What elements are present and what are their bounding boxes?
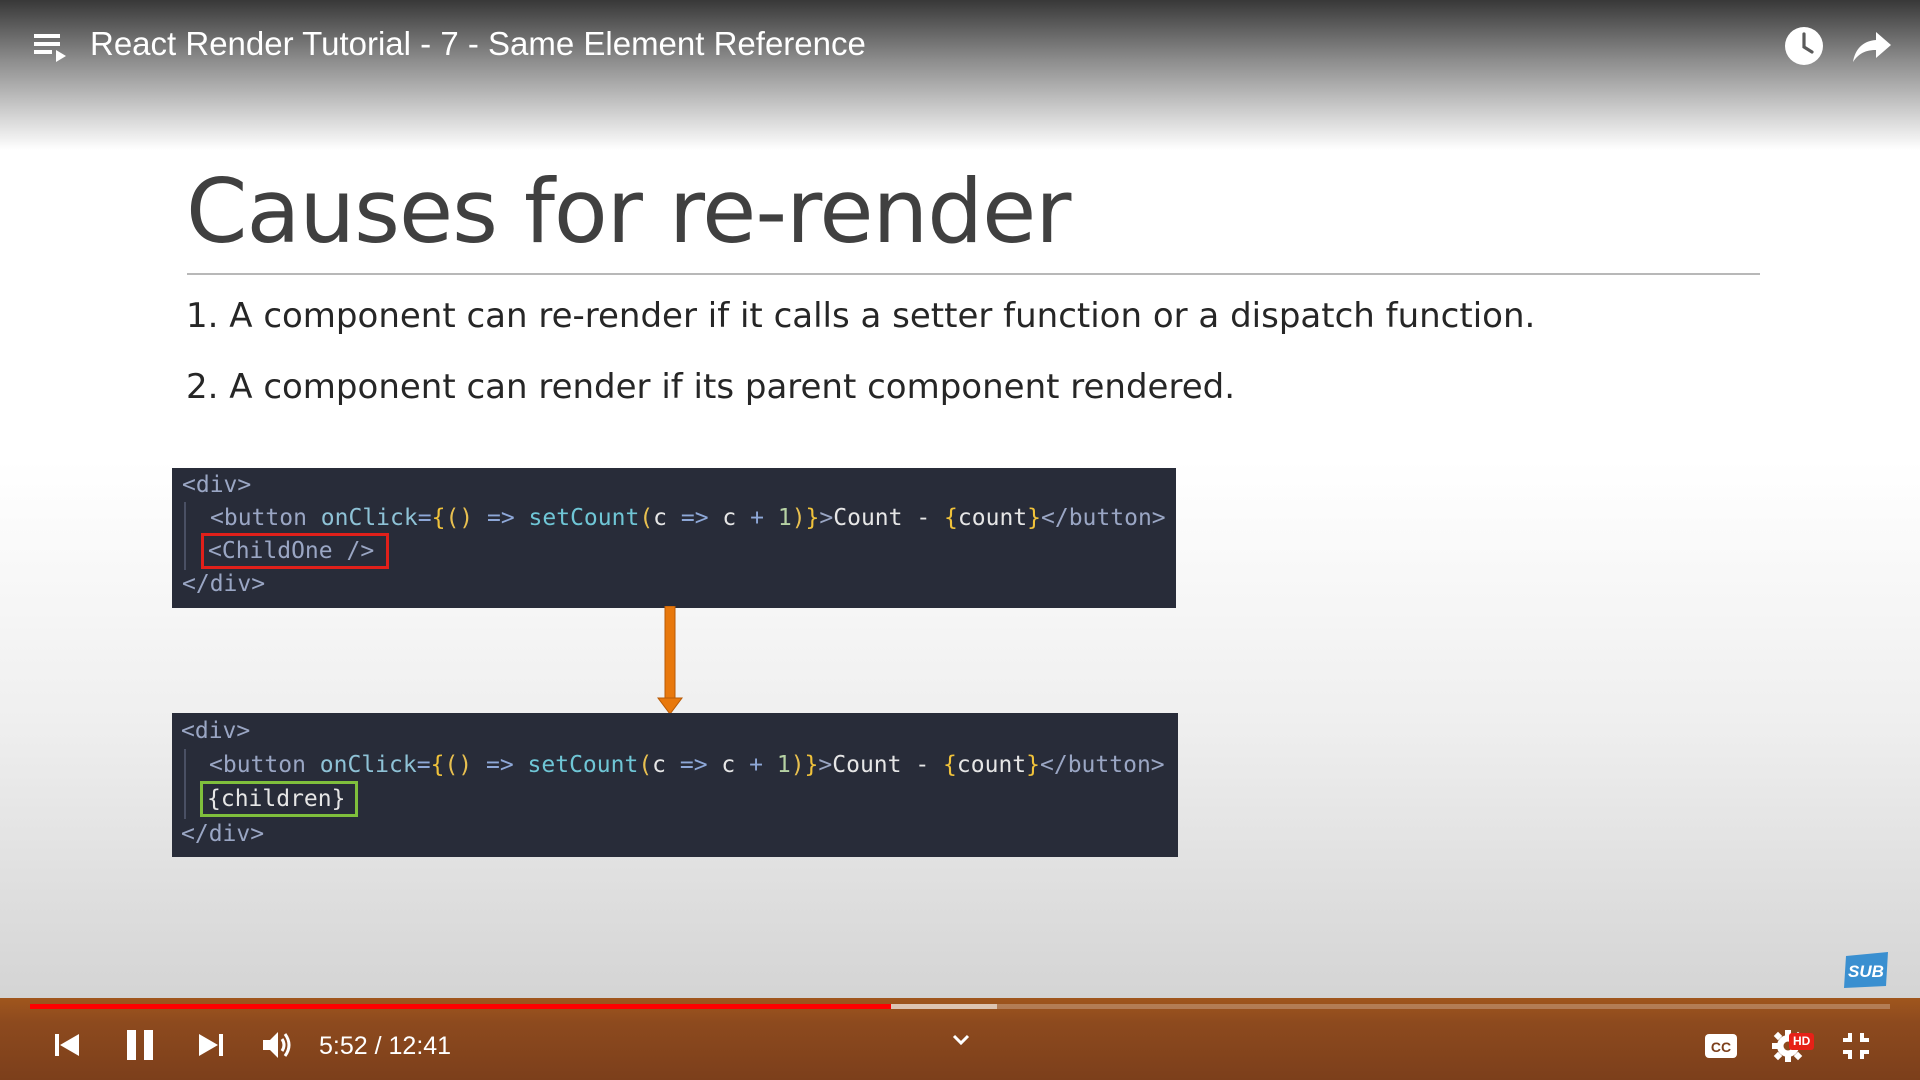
- previous-button[interactable]: [52, 1030, 82, 1060]
- subscribe-badge[interactable]: SUB: [1842, 950, 1890, 990]
- current-time: 5:52: [319, 1032, 368, 1060]
- watch-later-button[interactable]: [1782, 24, 1826, 68]
- code-line: {children}: [199, 781, 359, 817]
- video-title[interactable]: React Render Tutorial - 7 - Same Element…: [90, 25, 866, 63]
- bullet-point-2: 2. A component can render if its parent …: [186, 367, 1236, 407]
- code-line: </div>: [181, 821, 265, 847]
- time-display: 5:52 / 12:41: [319, 1032, 452, 1060]
- exit-fullscreen-icon: [1843, 1033, 1869, 1059]
- code-line: <div>: [181, 718, 251, 744]
- pause-button[interactable]: [124, 1028, 156, 1062]
- playlist-button[interactable]: [30, 28, 70, 68]
- indent-guide: [184, 502, 186, 570]
- volume-icon: [263, 1032, 291, 1058]
- code-line: <div>: [182, 472, 252, 498]
- hd-badge: HD: [1789, 1033, 1815, 1050]
- indent-guide: [184, 749, 186, 819]
- captions-button[interactable]: CC: [1704, 1032, 1738, 1060]
- sub-badge-icon: SUB: [1844, 952, 1888, 988]
- next-icon: [199, 1034, 223, 1056]
- bullet-point-1: 1. A component can re-render if it calls…: [186, 296, 1536, 336]
- volume-button[interactable]: [260, 1028, 294, 1062]
- code-block-after: <div> <button onClick={() => setCount(c …: [172, 713, 1178, 857]
- duration: 12:41: [388, 1032, 452, 1060]
- pause-icon: [127, 1030, 153, 1060]
- code-line: <button onClick={() => setCount(c => c +…: [209, 752, 1165, 778]
- watch-later-icon: [1785, 27, 1823, 65]
- captions-icon: CC: [1705, 1034, 1737, 1058]
- down-arrow-icon: [657, 606, 683, 715]
- code-line: <button onClick={() => setCount(c => c +…: [210, 505, 1166, 531]
- chevron-down-icon: [952, 1034, 970, 1046]
- share-icon: [1853, 32, 1891, 62]
- previous-icon: [55, 1034, 79, 1056]
- chapter-expand-button[interactable]: [950, 1032, 972, 1048]
- code-line: </div>: [182, 571, 266, 597]
- heading-divider: [187, 273, 1760, 275]
- code-line: <ChildOne />: [200, 533, 390, 569]
- children-highlight: {children}: [199, 781, 359, 817]
- next-button[interactable]: [196, 1030, 226, 1060]
- progress-played: [30, 1004, 892, 1009]
- svg-text:SUB: SUB: [1848, 962, 1884, 981]
- share-button[interactable]: [1850, 24, 1894, 68]
- code-block-before: <div> <button onClick={() => setCount(c …: [172, 468, 1176, 608]
- exit-fullscreen-button[interactable]: [1840, 1030, 1872, 1062]
- playlist-icon: [34, 34, 66, 62]
- top-overlay: [0, 0, 1920, 150]
- svg-text:CC: CC: [1711, 1039, 1731, 1055]
- slide-heading: Causes for re-render: [186, 160, 1071, 263]
- childone-highlight: <ChildOne />: [200, 533, 390, 569]
